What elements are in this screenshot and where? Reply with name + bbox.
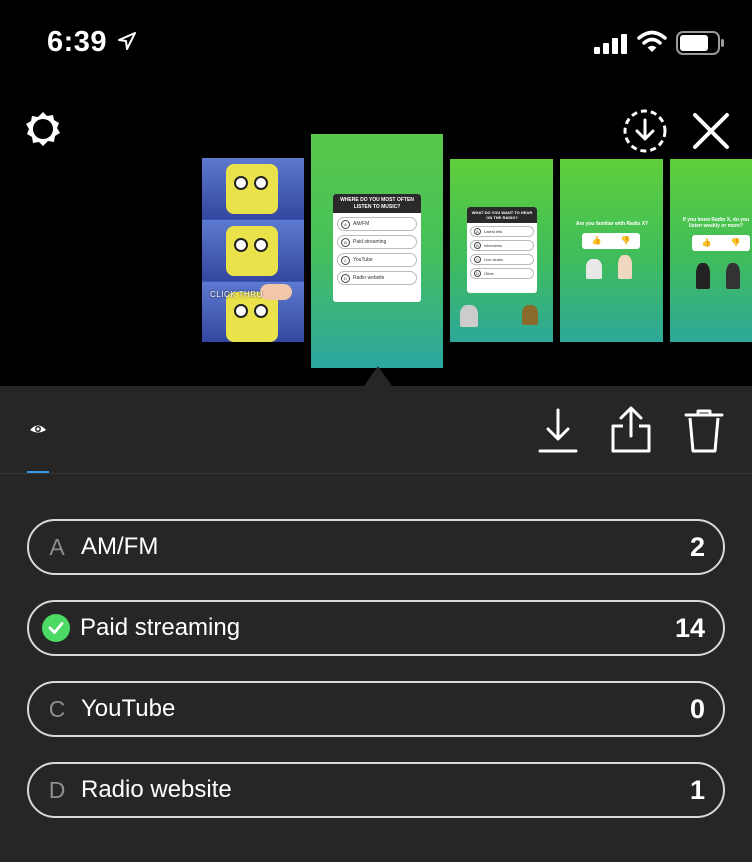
poll-sticker-preview: WHAT DO YOU WANT TO HEAR ON THE RADIO? A… [467,207,537,293]
close-icon[interactable] [692,112,730,150]
option-label: Paid streaming [80,614,241,641]
option-label: Radio website [81,776,232,803]
option-letter: A [49,533,65,560]
option-count: 2 [689,531,705,562]
thumbs-poll-preview: 👍 👎 [582,233,640,249]
sticker-figure [696,263,710,289]
location-arrow-icon [118,32,136,50]
correct-check-icon [42,614,70,642]
sticker-figure [586,259,602,279]
option-label: AM/FM [81,533,159,560]
download-icon[interactable] [538,408,578,454]
toolbar-divider [0,473,752,474]
poll-result-c: C YouTube 0 [27,681,725,737]
option-count: 1 [689,774,705,805]
thumbs-poll-preview: 👍 👎 [692,235,750,251]
story-thumbnail-5[interactable]: If you knew Radio X, do you listen weekl… [670,159,752,342]
sponge-caption: CLICK THRU [210,290,263,299]
option-count: 14 [674,612,705,643]
poll-option-preview: A AM/FM [337,217,417,231]
poll-sticker-preview: WHERE DO YOU MOST OFTEN LISTEN TO MUSIC?… [333,194,421,302]
sticker-figure [618,255,632,279]
status-time: 6:39 [47,26,108,58]
option-letter: C [48,695,66,722]
settings-gear-icon[interactable] [22,109,64,151]
sticker-figure [460,305,478,327]
cellular-signal-icon [594,34,627,54]
spongebob-image [202,158,304,219]
sticker-figure [726,263,740,289]
viewers-eye-icon[interactable] [29,421,47,439]
poll-question: WHERE DO YOU MOST OFTEN LISTEN TO MUSIC? [333,194,421,213]
poll-result-d: D Radio website 1 [27,762,725,818]
poll-result-b: Paid streaming 14 [27,600,725,656]
poll-option-preview: B Paid streaming [337,235,417,249]
question-text: Are you familiar with Radio X? [575,221,649,227]
poll-result-a: A AM/FM 2 [27,519,725,575]
selection-pointer [364,366,392,386]
share-icon[interactable] [610,406,652,454]
story-thumbnail-spongebob[interactable]: CLICK THRU [202,158,304,342]
wifi-icon [637,30,667,52]
option-label: YouTube [81,695,176,722]
poll-option-preview: C YouTube [337,253,417,267]
option-letter: D [48,776,66,803]
save-story-icon[interactable] [622,108,668,154]
story-thumbnail-active[interactable]: WHERE DO YOU MOST OFTEN LISTEN TO MUSIC?… [311,134,443,368]
delete-trash-icon[interactable] [684,408,724,454]
sticker-figure [522,305,538,325]
hand-pointer-image [260,284,292,300]
story-thumbnail-4[interactable]: Are you familiar with Radio X? 👍 👎 [560,159,663,342]
story-thumbnail-3[interactable]: WHAT DO YOU WANT TO HEAR ON THE RADIO? A… [450,159,553,342]
option-count: 0 [689,693,705,724]
question-text: If you knew Radio X, do you listen weekl… [682,217,750,229]
story-preview-area: 6:39 CLICK THRU WHERE DO YOU MOST OFTEN … [0,0,752,386]
spongebob-image [202,220,304,281]
battery-icon [676,31,724,55]
poll-option-preview: D Radio website [337,271,417,285]
poll-question: WHAT DO YOU WANT TO HEAR ON THE RADIO? [467,207,537,224]
